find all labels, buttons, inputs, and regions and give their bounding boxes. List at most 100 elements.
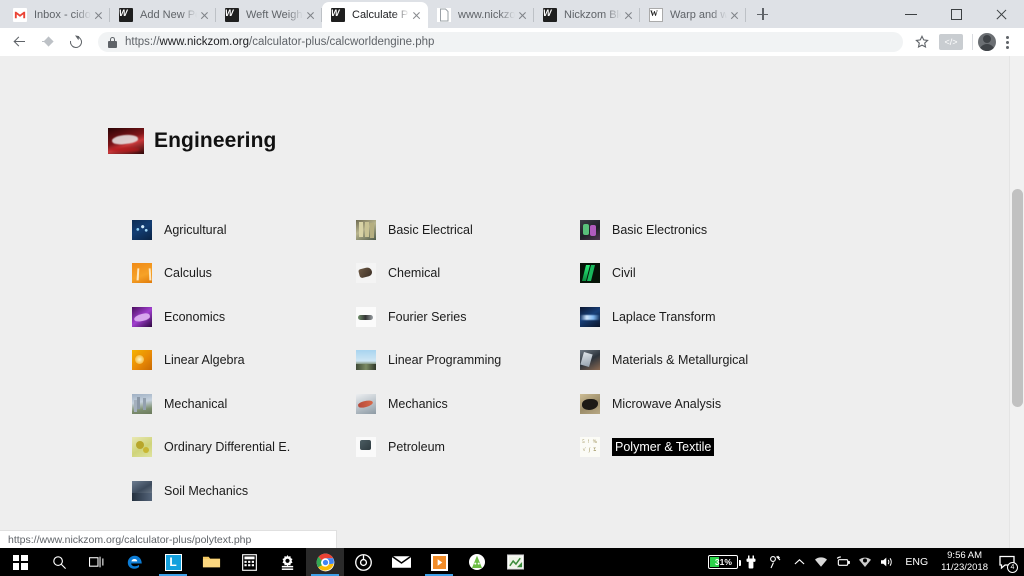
- polymer-textile-icon: 5 ! % √ ∫ Σ: [580, 437, 600, 458]
- network-icon[interactable]: [832, 548, 854, 576]
- wordpress-icon: W: [225, 8, 239, 22]
- task-view-icon: [89, 556, 104, 568]
- chrome-menu-button[interactable]: [996, 29, 1018, 55]
- category-column-1: Agricultural Calculus Economics Linear A…: [132, 208, 357, 513]
- url-scheme: https://: [125, 36, 160, 48]
- excel-button[interactable]: [496, 548, 534, 576]
- list-item-soil-mechanics[interactable]: Soil Mechanics: [132, 469, 357, 513]
- clock-date: 11/23/2018: [941, 562, 988, 573]
- tab-nickzom-blog[interactable]: W Nickzom Blog: [534, 2, 640, 28]
- civil-icon: [580, 263, 600, 284]
- clock[interactable]: 9:56 AM 11/23/2018: [935, 550, 994, 574]
- agricultural-icon: [132, 219, 152, 240]
- start-button[interactable]: [0, 548, 40, 576]
- tab-inbox[interactable]: Inbox - cidokonich: [4, 2, 110, 28]
- list-item-basic-electrical[interactable]: Basic Electrical: [356, 208, 581, 252]
- power-plug-icon[interactable]: [740, 548, 762, 576]
- wifi-icon[interactable]: [810, 548, 832, 576]
- list-item-microwave-analysis[interactable]: Microwave Analysis: [580, 382, 870, 426]
- l-app-button[interactable]: L: [154, 548, 192, 576]
- bookmark-star-icon[interactable]: [909, 29, 935, 55]
- tab-nickzom-org[interactable]: www.nickzom.org: [428, 2, 534, 28]
- pen-icon[interactable]: [762, 548, 788, 576]
- linear-programming-icon: [356, 350, 376, 371]
- linear-algebra-icon: [132, 350, 152, 371]
- scrollbar-thumb[interactable]: [1012, 189, 1023, 407]
- close-icon[interactable]: [303, 8, 318, 23]
- close-icon[interactable]: [727, 8, 742, 23]
- chrome-button[interactable]: [306, 548, 344, 576]
- battery-indicator[interactable]: 31%: [708, 555, 742, 569]
- list-item-mechanical[interactable]: Mechanical: [132, 382, 357, 426]
- close-icon[interactable]: [409, 8, 424, 23]
- list-item-polymer-textile[interactable]: 5 ! % √ ∫ Σ Polymer & Textile: [580, 426, 870, 470]
- soil-mechanics-icon: [132, 480, 152, 501]
- language-indicator[interactable]: ENG: [898, 556, 935, 568]
- devtools-extension-icon[interactable]: </>: [939, 34, 963, 50]
- new-tab-button[interactable]: [748, 0, 776, 28]
- list-item-agricultural[interactable]: Agricultural: [132, 208, 357, 252]
- android-studio-button[interactable]: [458, 548, 496, 576]
- task-view-button[interactable]: [78, 548, 116, 576]
- action-center-button[interactable]: 4: [994, 548, 1020, 576]
- tab-title: Add New Post ‹ Ni: [140, 9, 197, 21]
- list-item-fourier-series[interactable]: Fourier Series: [356, 295, 581, 339]
- volume-icon[interactable]: [876, 548, 898, 576]
- list-item-ordinary-differential-e[interactable]: Ordinary Differential E.: [132, 426, 357, 470]
- opera-button[interactable]: [344, 548, 382, 576]
- list-item-laplace-transform[interactable]: Laplace Transform: [580, 295, 870, 339]
- calculator-button[interactable]: [230, 548, 268, 576]
- edge-button[interactable]: [116, 548, 154, 576]
- media-player-button[interactable]: [420, 548, 458, 576]
- close-icon[interactable]: [621, 8, 636, 23]
- list-item-calculus[interactable]: Calculus: [132, 252, 357, 296]
- forward-button[interactable]: [34, 28, 62, 56]
- window-controls: [889, 0, 1024, 28]
- back-button[interactable]: [6, 28, 34, 56]
- minimize-button[interactable]: [889, 0, 934, 28]
- close-icon[interactable]: [91, 8, 106, 23]
- file-explorer-button[interactable]: [192, 548, 230, 576]
- list-item-basic-electronics[interactable]: Basic Electronics: [580, 208, 870, 252]
- close-icon[interactable]: [197, 8, 212, 23]
- search-button[interactable]: [40, 548, 78, 576]
- list-item-petroleum[interactable]: Petroleum: [356, 426, 581, 470]
- mechanical-icon: [132, 393, 152, 414]
- tab-warp-and-weft[interactable]: W Warp and weft - Wi: [640, 2, 746, 28]
- calculus-icon: [132, 263, 152, 284]
- browser-window: Inbox - cidokonich W Add New Post ‹ Ni W…: [0, 0, 1024, 548]
- chrome-icon: [316, 553, 334, 571]
- wordpress-icon: W: [331, 8, 345, 22]
- tab-title: Calculate Problems: [352, 9, 409, 21]
- settings-button[interactable]: [268, 548, 306, 576]
- list-item-civil[interactable]: Civil: [580, 252, 870, 296]
- hotspot-icon[interactable]: [854, 548, 876, 576]
- tab-title: Weft Weight (Kg): [246, 9, 303, 21]
- windows-taskbar: L 31% ENG 9:56 AM 11/23/2018 4: [0, 548, 1024, 576]
- list-item-economics[interactable]: Economics: [132, 295, 357, 339]
- battery-percent: 31%: [714, 557, 732, 567]
- list-item-materials-metallurgical[interactable]: Materials & Metallurgical: [580, 339, 870, 383]
- system-tray: 31% ENG 9:56 AM 11/23/2018 4: [708, 548, 1024, 576]
- show-hidden-icons-icon[interactable]: [788, 548, 810, 576]
- page-scrollbar[interactable]: [1009, 56, 1024, 548]
- address-bar[interactable]: https://www.nickzom.org/calculator-plus/…: [98, 32, 903, 52]
- tab-calculate-problems[interactable]: W Calculate Problems: [322, 2, 428, 28]
- reload-button[interactable]: [62, 28, 90, 56]
- list-item-chemical[interactable]: Chemical: [356, 252, 581, 296]
- close-icon[interactable]: [515, 8, 530, 23]
- list-item-label: Polymer & Textile: [612, 438, 715, 457]
- avatar[interactable]: [978, 33, 996, 51]
- list-item-label: Civil: [612, 266, 636, 281]
- close-window-button[interactable]: [979, 0, 1024, 28]
- microwave-analysis-icon: [580, 393, 600, 414]
- list-item-linear-programming[interactable]: Linear Programming: [356, 339, 581, 383]
- mail-button[interactable]: [382, 548, 420, 576]
- list-item-mechanics[interactable]: Mechanics: [356, 382, 581, 426]
- list-item-linear-algebra[interactable]: Linear Algebra: [132, 339, 357, 383]
- tab-weft-weight[interactable]: W Weft Weight (Kg): [216, 2, 322, 28]
- clock-time: 9:56 AM: [947, 550, 982, 561]
- tab-add-new-post[interactable]: W Add New Post ‹ Ni: [110, 2, 216, 28]
- maximize-button[interactable]: [934, 0, 979, 28]
- toolbar-divider: [972, 34, 973, 50]
